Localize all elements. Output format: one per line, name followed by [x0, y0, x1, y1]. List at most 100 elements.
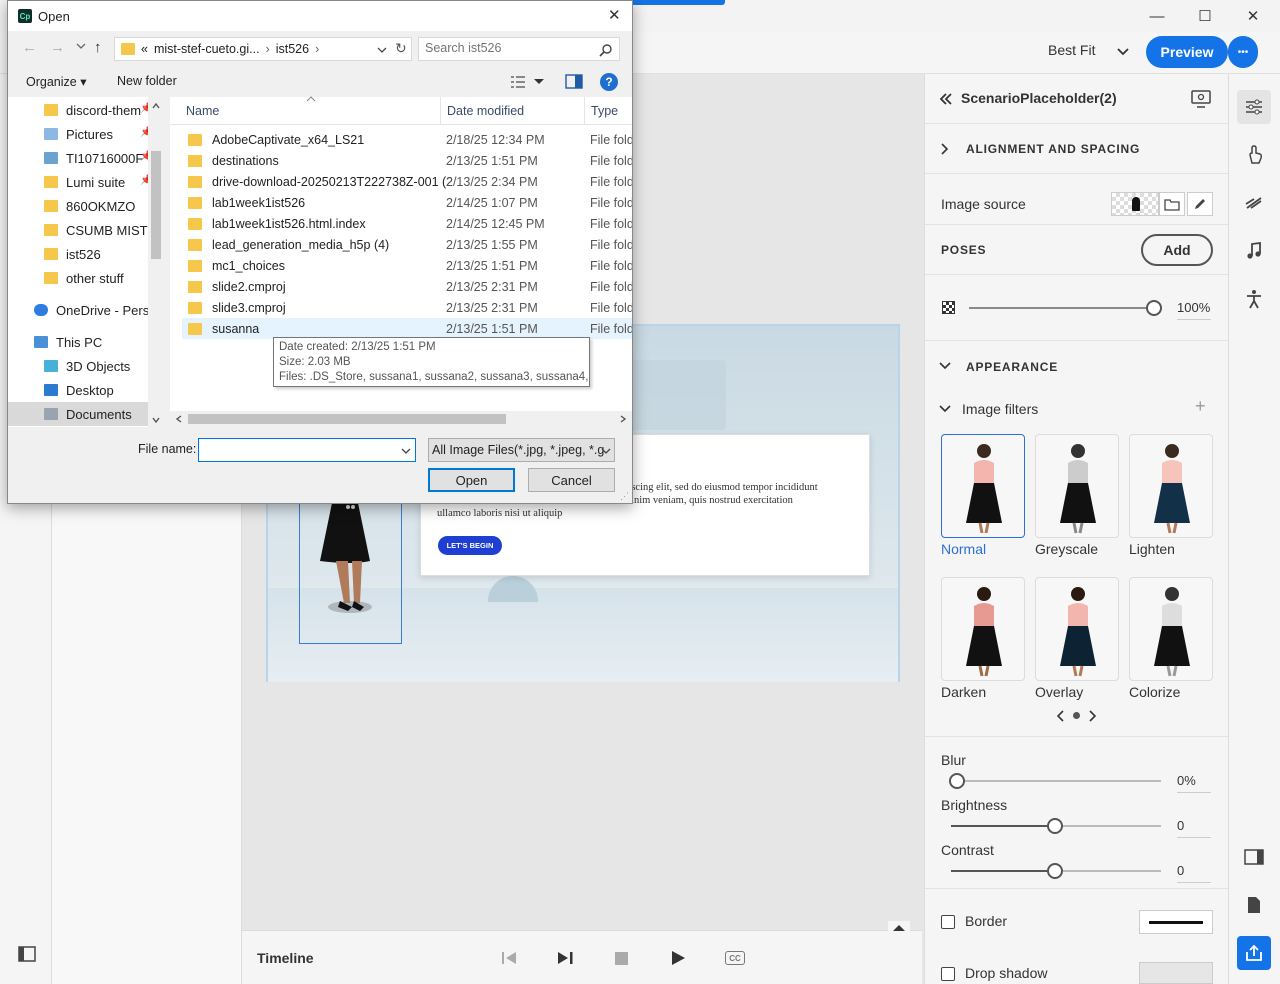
layout-panel-button[interactable]: [1237, 840, 1271, 874]
scroll-down-icon[interactable]: [152, 417, 160, 423]
help-icon[interactable]: ?: [600, 73, 618, 91]
search-input[interactable]: [425, 41, 595, 55]
nav-item-discord[interactable]: discord-them: [8, 98, 148, 122]
audio-tab[interactable]: [1237, 234, 1271, 268]
file-row[interactable]: lead_generation_media_h5p (4) 2/13/25 1:5…: [182, 234, 632, 255]
file-type-select[interactable]: All Image Files(*.jpg, *.jpeg, *.g: [428, 438, 615, 462]
nav-item-pictures[interactable]: Pictures: [8, 122, 148, 146]
forward-arrow-icon[interactable]: →: [50, 39, 65, 56]
dialog-close-button[interactable]: ✕: [608, 6, 621, 24]
file-row[interactable]: destinations 2/13/25 1:51 PM File fold: [182, 150, 632, 171]
blur-value[interactable]: 0%: [1177, 773, 1211, 793]
nav-item-this-pc[interactable]: This PC: [8, 330, 148, 354]
add-pose-button[interactable]: Add: [1141, 234, 1213, 266]
nav-item-onedrive[interactable]: OneDrive - Persor: [8, 298, 148, 322]
carousel-next-icon[interactable]: [1089, 710, 1097, 722]
filter-colorize[interactable]: [1129, 577, 1213, 681]
animations-tab[interactable]: [1237, 186, 1271, 220]
column-type[interactable]: Type: [591, 104, 618, 118]
contrast-slider-handle[interactable]: [1047, 863, 1063, 879]
path-segment-current[interactable]: ist526: [276, 42, 309, 56]
publish-button[interactable]: [1237, 936, 1271, 970]
border-checkbox[interactable]: [941, 915, 955, 929]
opacity-slider-track[interactable]: [969, 307, 1155, 309]
panel-toggle-icon[interactable]: [18, 946, 36, 962]
organize-menu[interactable]: Organize ▾: [26, 74, 86, 89]
alignment-section[interactable]: ALIGNMENT AND SPACING: [925, 124, 1228, 174]
drop-shadow-picker[interactable]: [1139, 962, 1213, 984]
chevron-up-icon[interactable]: [888, 921, 910, 935]
brightness-slider-handle[interactable]: [1047, 818, 1063, 834]
file-list-hscrollbar[interactable]: [170, 411, 632, 427]
path-separator[interactable]: ›: [315, 42, 319, 56]
interactions-tab[interactable]: [1237, 138, 1271, 172]
contrast-value[interactable]: 0: [1177, 863, 1211, 883]
more-options-button[interactable]: •••: [1228, 36, 1258, 68]
path-segment-parent[interactable]: mist-stef-cueto.gi...: [154, 42, 260, 56]
up-arrow-icon[interactable]: ↑: [94, 39, 102, 56]
next-frame-icon[interactable]: [555, 950, 575, 966]
filter-greyscale[interactable]: [1035, 434, 1119, 538]
chevron-down-icon[interactable]: [377, 45, 387, 55]
chevron-down-icon[interactable]: [76, 41, 86, 51]
column-name[interactable]: Name: [186, 104, 219, 118]
file-row[interactable]: slide3.cmproj 2/13/25 2:31 PM File fold: [182, 297, 632, 318]
path-overflow[interactable]: «: [141, 42, 148, 56]
scenario-placeholder[interactable]: [299, 502, 402, 644]
closed-captions-icon[interactable]: CC: [725, 951, 745, 965]
nav-item-drive[interactable]: TI10716000F (: [8, 146, 148, 170]
file-row-hovered[interactable]: susanna 2/13/25 1:51 PM File fold: [182, 318, 632, 339]
edit-image-button[interactable]: [1187, 192, 1213, 216]
chevron-down-icon[interactable]: [1117, 47, 1129, 57]
file-row[interactable]: mc1_choices 2/13/25 1:51 PM File fold: [182, 255, 632, 276]
nav-item-860[interactable]: 860OKMZO: [8, 194, 148, 218]
carousel-prev-icon[interactable]: [1057, 710, 1065, 722]
border-style-picker[interactable]: [1139, 910, 1213, 934]
file-name-input[interactable]: [202, 442, 392, 456]
preview-button[interactable]: Preview: [1146, 36, 1228, 68]
scroll-right-icon[interactable]: [620, 415, 626, 423]
blur-slider-track[interactable]: [951, 780, 1161, 782]
file-row[interactable]: AdobeCaptivate_x64_LS21 2/18/25 12:34 PM F…: [182, 129, 632, 150]
blur-slider-handle[interactable]: [949, 773, 965, 789]
refresh-icon[interactable]: ↻: [395, 40, 407, 57]
view-options-icon[interactable]: [510, 75, 526, 89]
chevron-down-icon[interactable]: [534, 78, 544, 86]
opacity-value[interactable]: 100%: [1177, 300, 1211, 320]
collapse-panel-icon[interactable]: [939, 93, 953, 105]
chevron-down-icon[interactable]: [939, 405, 951, 413]
document-button[interactable]: [1237, 888, 1271, 922]
new-folder-button[interactable]: New folder: [117, 74, 177, 88]
filter-overlay[interactable]: [1035, 577, 1119, 681]
filter-normal[interactable]: [941, 434, 1025, 538]
previous-frame-icon[interactable]: [500, 950, 520, 966]
filter-lighten[interactable]: [1129, 434, 1213, 538]
add-filter-icon[interactable]: +: [1195, 396, 1206, 417]
stop-icon[interactable]: [615, 952, 628, 965]
nav-item-documents[interactable]: Documents: [8, 402, 148, 426]
file-row[interactable]: lab1week1ist526 2/14/25 1:07 PM File fold: [182, 192, 632, 213]
path-separator[interactable]: ›: [266, 42, 270, 56]
file-row[interactable]: slide2.cmproj 2/13/25 2:31 PM File fold: [182, 276, 632, 297]
opacity-slider-handle[interactable]: [1146, 300, 1162, 316]
nav-item-3d-objects[interactable]: 3D Objects: [8, 354, 148, 378]
column-date-modified[interactable]: Date modified: [447, 104, 524, 118]
carousel-dot[interactable]: [1073, 712, 1080, 719]
browse-folder-button[interactable]: [1159, 192, 1185, 216]
file-row[interactable]: lab1week1ist526.html.index 2/14/25 12:45 …: [182, 213, 632, 234]
nav-scrollbar[interactable]: [148, 97, 164, 427]
nav-item-csumb[interactable]: CSUMB MIST: [8, 218, 148, 242]
nav-item-other-stuff[interactable]: other stuff: [8, 266, 148, 290]
minimize-button[interactable]: —: [1134, 0, 1180, 32]
nav-item-lumi[interactable]: Lumi suite: [8, 170, 148, 194]
search-box[interactable]: [418, 37, 620, 61]
image-source-thumbnail[interactable]: [1111, 192, 1159, 216]
maximize-button[interactable]: ☐: [1182, 0, 1228, 32]
brightness-value[interactable]: 0: [1177, 818, 1211, 838]
open-button[interactable]: Open: [428, 468, 515, 492]
play-icon[interactable]: [670, 950, 686, 966]
nav-item-desktop[interactable]: Desktop: [8, 378, 148, 402]
scroll-up-icon[interactable]: [152, 103, 160, 109]
chevron-right-icon[interactable]: [941, 143, 949, 155]
nav-scrollbar-thumb[interactable]: [151, 151, 161, 259]
